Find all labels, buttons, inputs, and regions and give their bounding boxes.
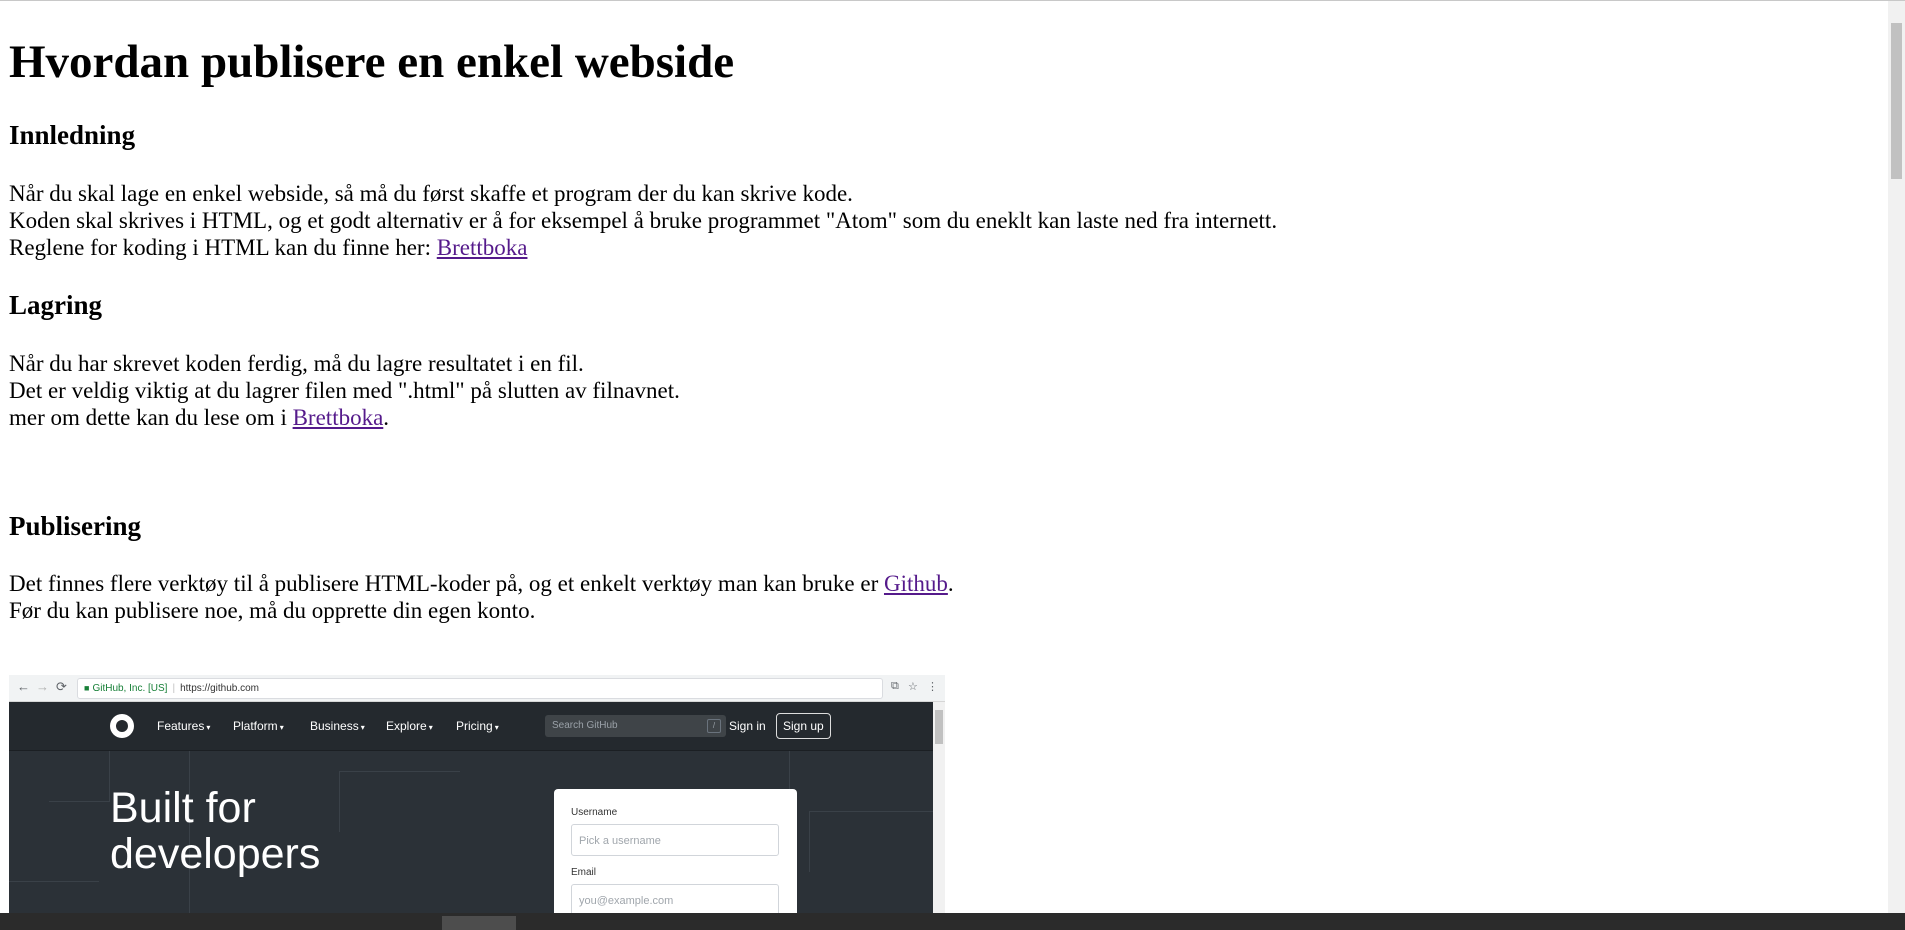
hero-title-line: Built for [110, 784, 256, 832]
hero-title: Built for developers [110, 785, 320, 877]
lock-icon: ■ [84, 683, 90, 693]
search-placeholder: Search GitHub [552, 720, 618, 731]
menu-item-explore: Explore ▾ [386, 719, 433, 733]
caret-down-icon: ▾ [494, 723, 499, 732]
text-line: Før du kan publisere noe, må du opprette… [9, 598, 536, 623]
screenshot-scrollbar-thumb [935, 710, 943, 744]
caret-down-icon: ▾ [428, 723, 433, 732]
circuit-line [809, 811, 934, 872]
window-top-border [0, 0, 1905, 1]
email-field: you@example.com [571, 884, 779, 916]
menu-label: Platform [233, 719, 278, 733]
screenshot-scrollbar [933, 702, 945, 930]
menu-item-business: Business ▾ [310, 719, 365, 733]
signup-form: Username Pick a username Email you@examp… [554, 789, 797, 930]
text-line: Det finnes flere verktøy til å publisere… [9, 570, 954, 597]
text-span: . [383, 405, 390, 430]
text-line: mer om dette kan du lese om i Brettboka. [9, 404, 680, 431]
menu-item-platform: Platform ▾ [233, 719, 284, 733]
caret-down-icon: ▾ [360, 723, 365, 732]
forward-arrow-icon: → [36, 679, 49, 694]
menu-label: Features [157, 719, 205, 733]
sign-in-text: Sign in [729, 719, 766, 733]
horizontal-scrollbar[interactable] [0, 913, 1905, 930]
horizontal-scrollbar-thumb[interactable] [442, 916, 516, 930]
menu-label: Pricing [456, 719, 493, 733]
github-screenshot-image: ← → ⟳ ■ GitHub, Inc. [US] | https://github.… [9, 675, 945, 930]
menu-label: Business [310, 719, 359, 733]
text-line: Når du skal lage en enkel webside, så må… [9, 181, 853, 206]
text-span: Reglene for koding i HTML kan du finne h… [9, 235, 437, 260]
menu-icon: ⋮ [927, 681, 938, 693]
username-field: Pick a username [571, 824, 779, 856]
sign-up-text: Sign up [776, 713, 831, 739]
circuit-line [339, 771, 460, 832]
menu-item-pricing: Pricing ▾ [456, 719, 499, 733]
reload-icon: ⟳ [56, 679, 67, 694]
circuit-line [9, 881, 99, 883]
text-line: Koden skal skrives i HTML, og et godt al… [9, 208, 1278, 233]
section-heading-lagring: Lagring [9, 290, 103, 320]
back-arrow-icon: ← [17, 679, 30, 694]
vertical-scrollbar[interactable] [1888, 1, 1905, 913]
hero-title-line: developers [110, 830, 321, 878]
page-title: Hvordan publisere en enkel webside [9, 36, 735, 88]
text-span: Det finnes flere verktøy til å publisere… [9, 571, 884, 596]
github-link[interactable]: Github [884, 571, 948, 596]
brettboka-link[interactable]: Brettboka [437, 235, 528, 260]
browser-toolbar: ← → ⟳ ■ GitHub, Inc. [US] | https://github.… [9, 675, 945, 702]
paragraph-innledning: Når du skal lage en enkel webside, så må… [9, 180, 1277, 261]
circuit-line [49, 751, 110, 802]
menu-item-features: Features ▾ [157, 719, 210, 733]
vertical-scrollbar-thumb[interactable] [1891, 23, 1902, 179]
slash-key-hint: / [707, 719, 721, 733]
menu-label: Explore [386, 719, 427, 733]
translate-icon: ⧉ [891, 680, 899, 692]
text-line: Når du har skrevet koden ferdig, må du l… [9, 351, 584, 376]
github-header: Features ▾ Platform ▾ Business ▾ Explore ▾ P… [9, 702, 933, 751]
address-divider: | [172, 683, 176, 694]
email-label: Email [571, 867, 597, 878]
caret-down-icon: ▾ [206, 723, 211, 732]
star-icon: ☆ [908, 681, 918, 693]
paragraph-publisering: Det finnes flere verktøy til å publisere… [9, 570, 954, 624]
username-label: Username [571, 807, 618, 818]
text-line: Reglene for koding i HTML kan du finne h… [9, 234, 1277, 261]
github-logo-icon [110, 714, 134, 738]
caret-down-icon: ▾ [279, 723, 284, 732]
address-url: https://github.com [180, 683, 260, 694]
site-identity: GitHub, Inc. [US] [92, 683, 168, 694]
paragraph-lagring: Når du har skrevet koden ferdig, må du l… [9, 350, 680, 431]
section-heading-publisering: Publisering [9, 511, 142, 541]
text-line: Det er veldig viktig at du lagrer filen … [9, 378, 680, 403]
text-span: mer om dette kan du lese om i [9, 405, 293, 430]
brettboka-link[interactable]: Brettboka [293, 405, 384, 430]
github-search-box: Search GitHub / [545, 715, 726, 737]
section-heading-innledning: Innledning [9, 120, 136, 150]
address-bar: ■ GitHub, Inc. [US] | https://github.com [77, 678, 883, 699]
text-span: . [947, 571, 954, 596]
